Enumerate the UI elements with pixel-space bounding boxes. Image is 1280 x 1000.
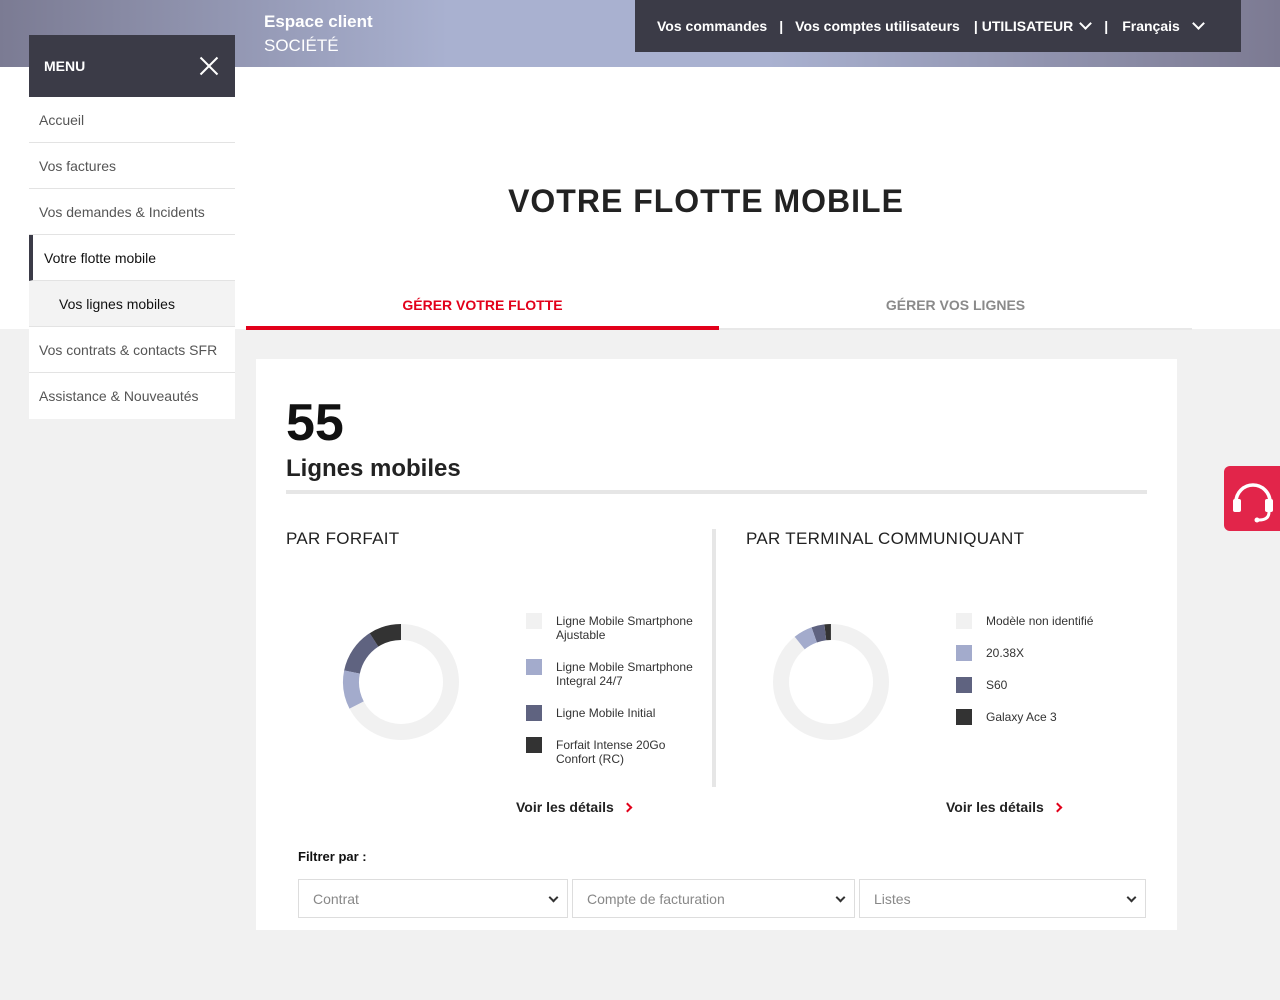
legend-item: S60: [956, 677, 1093, 710]
terminal-details-link[interactable]: Voir les détails: [946, 799, 1063, 815]
sidebar-item-flotte-mobile[interactable]: Votre flotte mobile: [29, 235, 235, 281]
legend-label: S60: [986, 678, 1008, 692]
donut-slice: [343, 624, 459, 740]
nav-accounts-link[interactable]: Vos comptes utilisateurs: [795, 18, 960, 34]
lists-select[interactable]: Listes: [859, 879, 1146, 918]
sidebar-item-assistance[interactable]: Assistance & Nouveautés: [29, 373, 235, 419]
nav-language-dropdown[interactable]: Français: [1122, 17, 1205, 34]
chevron-right-icon: [1052, 802, 1063, 812]
tab-gerer-flotte[interactable]: GÉRER VOTRE FLOTTE: [246, 287, 719, 330]
legend-item: Ligne Mobile Smartphone Ajustable: [526, 613, 706, 660]
legend-label: Ligne Mobile Smartphone Integral 24/7: [556, 660, 693, 688]
tab-bar: GÉRER VOTRE FLOTTE GÉRER VOS LIGNES: [246, 287, 1192, 330]
billing-select-value: Compte de facturation: [587, 890, 725, 907]
forfait-section-title: PAR FORFAIT: [286, 529, 400, 548]
legend-swatch: [526, 659, 542, 675]
company-name: SOCIÉTÉ: [264, 36, 339, 55]
headset-icon: [1233, 483, 1273, 523]
page-title: VOTRE FLOTTE MOBILE: [508, 183, 904, 219]
terminal-legend: Modèle non identifié 20.38X S60 Galaxy A…: [956, 613, 1094, 742]
chevron-down-icon: [1126, 892, 1137, 903]
terminal-section-title: PAR TERMINAL COMMUNIQUANT: [746, 529, 1025, 548]
nav-language-label: Français: [1122, 18, 1180, 34]
chevron-down-icon: [835, 892, 846, 903]
chevron-down-icon: [548, 892, 559, 903]
legend-item: 20.38X: [956, 645, 1093, 678]
nav-separator: |: [779, 18, 784, 34]
chevron-right-icon: [622, 802, 633, 812]
forfait-donut-chart: [343, 624, 459, 740]
legend-swatch: [956, 709, 972, 725]
contract-select[interactable]: Contrat: [298, 879, 568, 918]
espace-client-title: Espace client: [264, 12, 373, 31]
vertical-divider: [712, 529, 716, 787]
details-label: Voir les détails: [946, 799, 1044, 815]
support-button[interactable]: [1224, 466, 1280, 531]
legend-label: Ligne Mobile Smartphone Ajustable: [556, 614, 693, 642]
fleet-summary-card: 55 Lignes mobiles PAR FORFAIT PAR TERMIN…: [256, 359, 1177, 930]
close-icon[interactable]: [199, 56, 219, 76]
legend-label: Modèle non identifié: [986, 614, 1094, 628]
legend-swatch: [956, 613, 972, 629]
chevron-down-icon: [1079, 17, 1093, 30]
legend-item: Ligne Mobile Initial: [526, 705, 706, 738]
lists-select-value: Listes: [874, 890, 911, 907]
legend-label: 20.38X: [986, 646, 1025, 660]
nav-orders-link[interactable]: Vos commandes: [657, 18, 767, 34]
forfait-legend: Ligne Mobile Smartphone Ajustable Ligne …: [526, 613, 706, 770]
legend-swatch: [526, 613, 542, 629]
nav-separator: |: [973, 18, 978, 34]
nav-user-label: UTILISATEUR: [981, 18, 1074, 34]
terminal-donut-chart: [773, 624, 889, 740]
legend-item: Forfait Intense 20Go Confort (RC): [526, 737, 706, 770]
filter-label: Filtrer par :: [298, 849, 367, 864]
legend-swatch: [526, 705, 542, 721]
legend-item: Modèle non identifié: [956, 613, 1094, 646]
sidebar-item-factures[interactable]: Vos factures: [29, 143, 235, 189]
legend-label: Forfait Intense 20Go Confort (RC): [556, 738, 666, 766]
legend-label: Ligne Mobile Initial: [556, 706, 656, 720]
sidebar-item-demandes[interactable]: Vos demandes & Incidents: [29, 189, 235, 235]
tab-gerer-lignes[interactable]: GÉRER VOS LIGNES: [719, 287, 1192, 330]
nav-user-dropdown[interactable]: UTILISATEUR: [981, 17, 1093, 34]
divider: [286, 490, 1147, 494]
donut-slice: [773, 624, 889, 740]
lines-count-label: Lignes mobiles: [286, 455, 461, 482]
legend-swatch: [526, 737, 542, 753]
sidebar-item-lignes-mobiles[interactable]: Vos lignes mobiles: [29, 281, 235, 327]
menu-header: MENU: [29, 35, 235, 97]
legend-label: Galaxy Ace 3: [986, 710, 1057, 724]
legend-item: Galaxy Ace 3: [956, 709, 1093, 742]
top-navigation: Vos commandes | Vos comptes utilisateurs…: [635, 0, 1241, 52]
sidebar-item-contrats[interactable]: Vos contrats & contacts SFR: [29, 327, 235, 373]
sidebar: Accueil Vos factures Vos demandes & Inci…: [29, 97, 235, 419]
contract-select-value: Contrat: [313, 890, 359, 907]
nav-separator: |: [1104, 18, 1109, 34]
legend-item: Ligne Mobile Smartphone Integral 24/7: [526, 659, 706, 706]
chevron-down-icon: [1191, 17, 1205, 30]
sidebar-item-accueil[interactable]: Accueil: [29, 97, 235, 143]
lines-count: 55: [286, 394, 344, 452]
legend-swatch: [956, 677, 972, 693]
legend-swatch: [956, 645, 972, 661]
billing-account-select[interactable]: Compte de facturation: [572, 879, 855, 918]
menu-label: MENU: [44, 58, 86, 74]
forfait-details-link[interactable]: Voir les détails: [516, 799, 633, 815]
espace-client-block: Espace client SOCIÉTÉ: [264, 12, 373, 60]
details-label: Voir les détails: [516, 799, 614, 815]
